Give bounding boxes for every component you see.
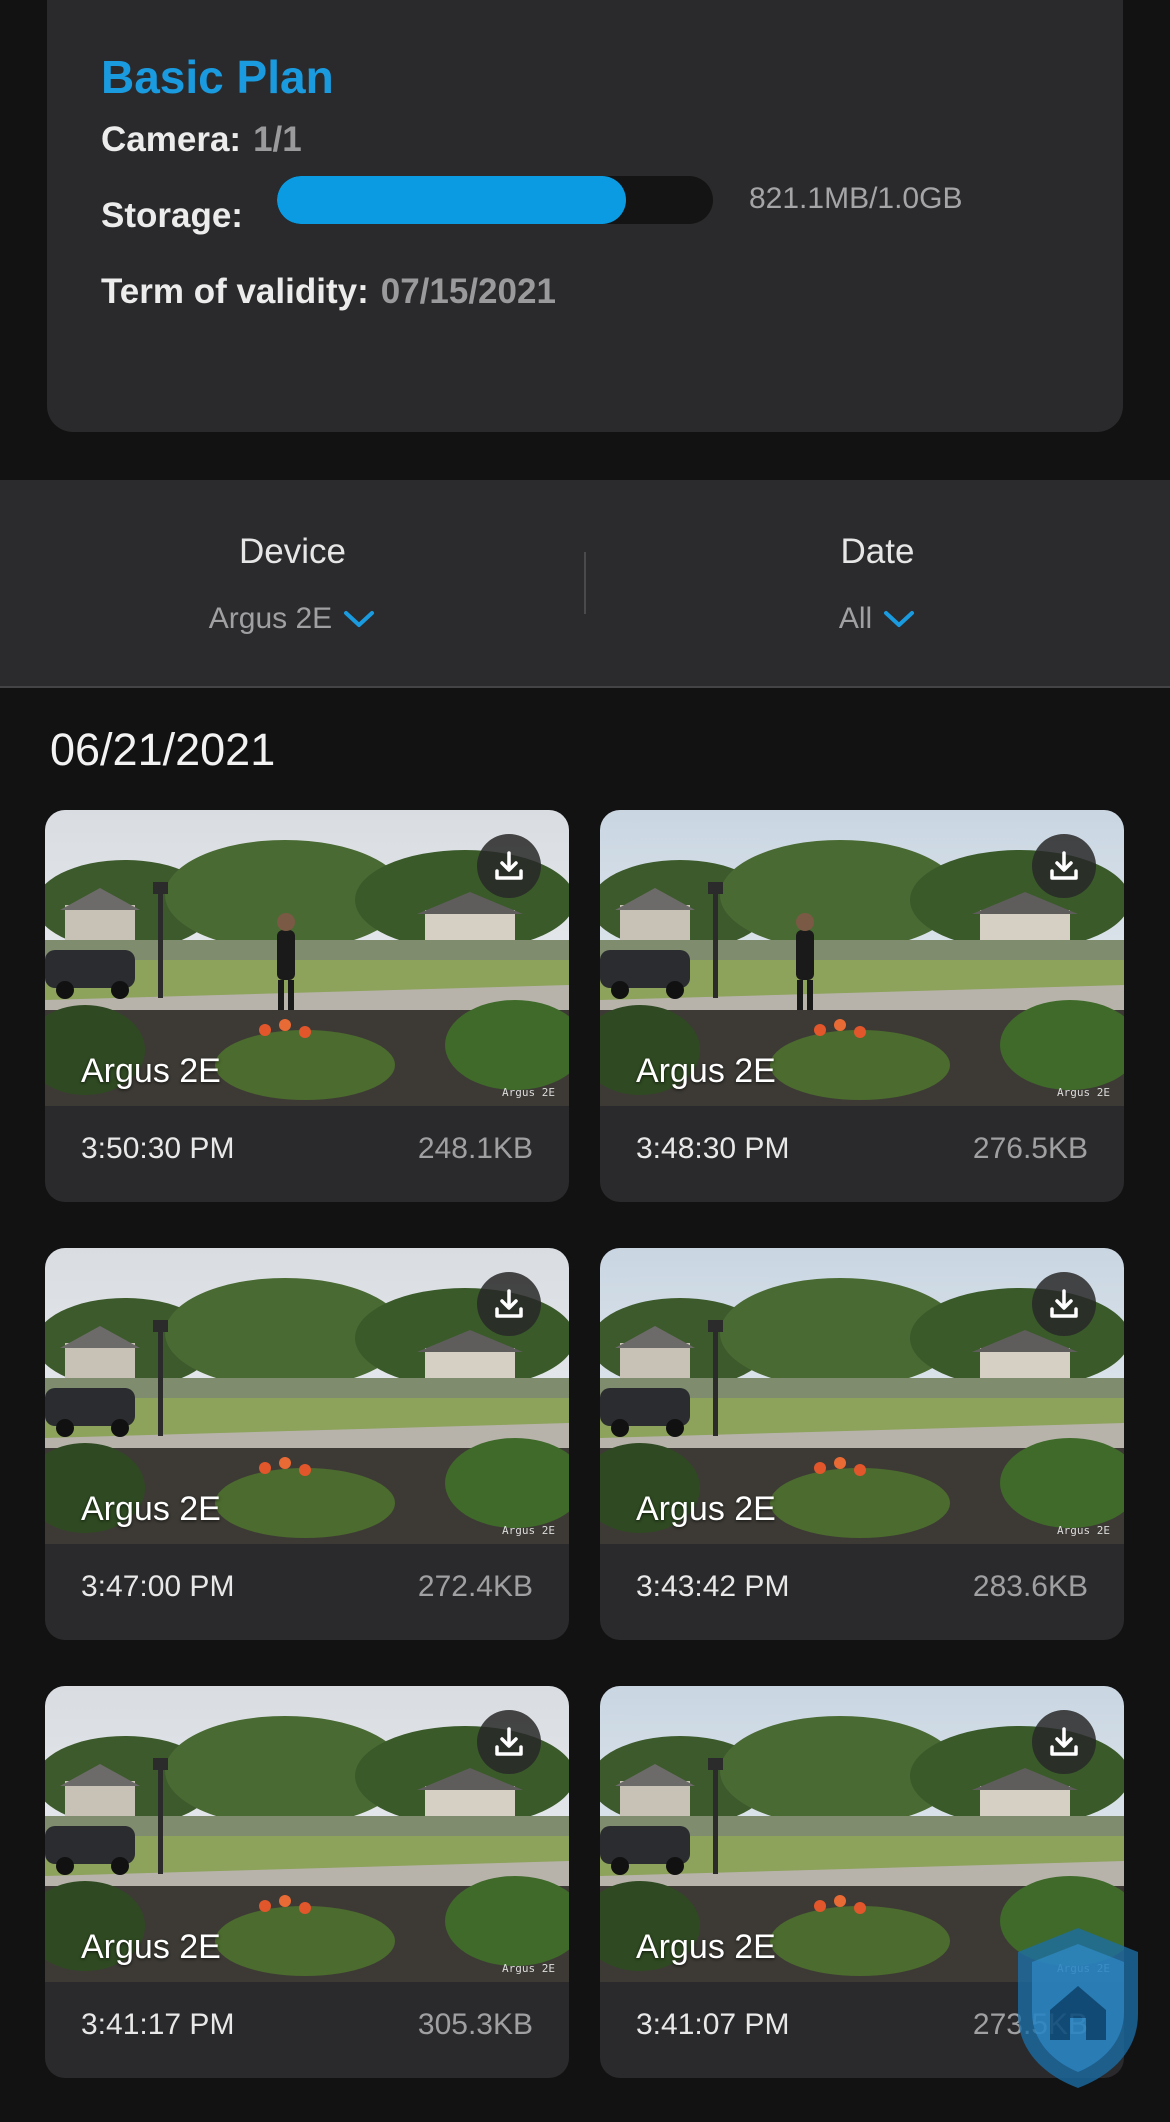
- camera-label: Camera:: [101, 120, 242, 159]
- clip-card[interactable]: Argus 2E Argus 2E 3:41:17 PM 305.3KB: [45, 1686, 569, 2078]
- clip-watermark: Argus 2E: [1057, 1086, 1110, 1099]
- clip-card[interactable]: Argus 2E Argus 2E 3:47:00 PM 272.4KB: [45, 1248, 569, 1640]
- clip-card[interactable]: Argus 2E Argus 2E 3:48:30 PM 276.5KB: [600, 810, 1124, 1202]
- date-group-heading: 06/21/2021: [50, 724, 276, 775]
- clip-camera-name: Argus 2E: [81, 1490, 221, 1528]
- clip-camera-name: Argus 2E: [81, 1052, 221, 1090]
- clip-thumbnail[interactable]: Argus 2E Argus 2E: [45, 1686, 569, 1982]
- clip-thumbnail[interactable]: Argus 2E Argus 2E: [600, 810, 1124, 1106]
- download-button[interactable]: [477, 1710, 541, 1774]
- download-button[interactable]: [477, 834, 541, 898]
- clip-watermark: Argus 2E: [502, 1086, 555, 1099]
- storage-usage-text: 821.1MB/1.0GB: [749, 182, 963, 215]
- clip-time: 3:50:30 PM: [81, 1132, 235, 1165]
- camera-value: 1/1: [253, 120, 302, 159]
- filter-bar: Device Argus 2E Date All: [0, 480, 1170, 688]
- clip-thumbnail[interactable]: Argus 2E Argus 2E: [45, 810, 569, 1106]
- clip-size: 283.6KB: [972, 1570, 1088, 1603]
- clip-size: 276.5KB: [972, 1132, 1088, 1165]
- plan-title: Basic Plan: [101, 51, 334, 103]
- clip-time: 3:41:17 PM: [81, 2008, 235, 2041]
- device-filter-value[interactable]: Argus 2E: [0, 602, 585, 636]
- plan-card: Basic Plan Camera: 1/1 Storage: 821.1MB/…: [47, 0, 1123, 432]
- device-filter-selected: Argus 2E: [208, 602, 333, 635]
- clip-time: 3:47:00 PM: [81, 1570, 235, 1603]
- clip-thumbnail[interactable]: Argus 2E Argus 2E: [600, 1248, 1124, 1544]
- download-icon: [495, 851, 523, 880]
- clip-size: 248.1KB: [417, 1132, 533, 1165]
- clip-size: 305.3KB: [417, 2008, 533, 2041]
- download-button[interactable]: [477, 1272, 541, 1336]
- clip-camera-name: Argus 2E: [636, 1490, 776, 1528]
- date-filter-label: Date: [840, 532, 915, 571]
- camera-row: Camera: 1/1: [101, 120, 302, 160]
- shield-logo-icon: [1018, 1928, 1138, 2088]
- storage-progress-fill: [277, 176, 626, 224]
- device-filter-label: Device: [239, 532, 346, 571]
- storage-progress-bar: [277, 176, 713, 224]
- download-icon: [1050, 851, 1078, 880]
- term-value: 07/15/2021: [380, 272, 556, 311]
- clip-camera-name: Argus 2E: [81, 1928, 221, 1966]
- download-icon: [495, 1727, 523, 1756]
- term-label: Term of validity:: [101, 272, 369, 311]
- clip-time: 3:43:42 PM: [636, 1570, 790, 1603]
- clip-thumbnail[interactable]: Argus 2E Argus 2E: [45, 1248, 569, 1544]
- date-filter-value[interactable]: All: [585, 602, 1170, 636]
- clip-time: 3:41:07 PM: [636, 2008, 790, 2041]
- download-icon: [1050, 1727, 1078, 1756]
- clip-watermark: Argus 2E: [1057, 1524, 1110, 1537]
- device-filter[interactable]: Device Argus 2E: [0, 480, 585, 686]
- download-icon: [495, 1289, 523, 1318]
- clip-watermark: Argus 2E: [502, 1962, 555, 1975]
- download-button[interactable]: [1032, 834, 1096, 898]
- chevron-down-icon: [344, 611, 375, 627]
- download-button[interactable]: [1032, 1710, 1096, 1774]
- clip-camera-name: Argus 2E: [636, 1928, 776, 1966]
- clip-size: 272.4KB: [417, 1570, 533, 1603]
- clip-card[interactable]: Argus 2E Argus 2E 3:43:42 PM 283.6KB: [600, 1248, 1124, 1640]
- download-button[interactable]: [1032, 1272, 1096, 1336]
- storage-label: Storage:: [101, 196, 243, 235]
- term-row: Term of validity: 07/15/2021: [101, 272, 556, 312]
- date-filter-selected: All: [838, 602, 873, 635]
- clip-card[interactable]: Argus 2E Argus 2E 3:50:30 PM 248.1KB: [45, 810, 569, 1202]
- clip-watermark: Argus 2E: [502, 1524, 555, 1537]
- chevron-down-icon: [884, 611, 915, 627]
- date-filter[interactable]: Date All: [585, 480, 1170, 686]
- clip-time: 3:48:30 PM: [636, 1132, 790, 1165]
- storage-row: Storage:: [101, 196, 243, 236]
- clip-camera-name: Argus 2E: [636, 1052, 776, 1090]
- download-icon: [1050, 1289, 1078, 1318]
